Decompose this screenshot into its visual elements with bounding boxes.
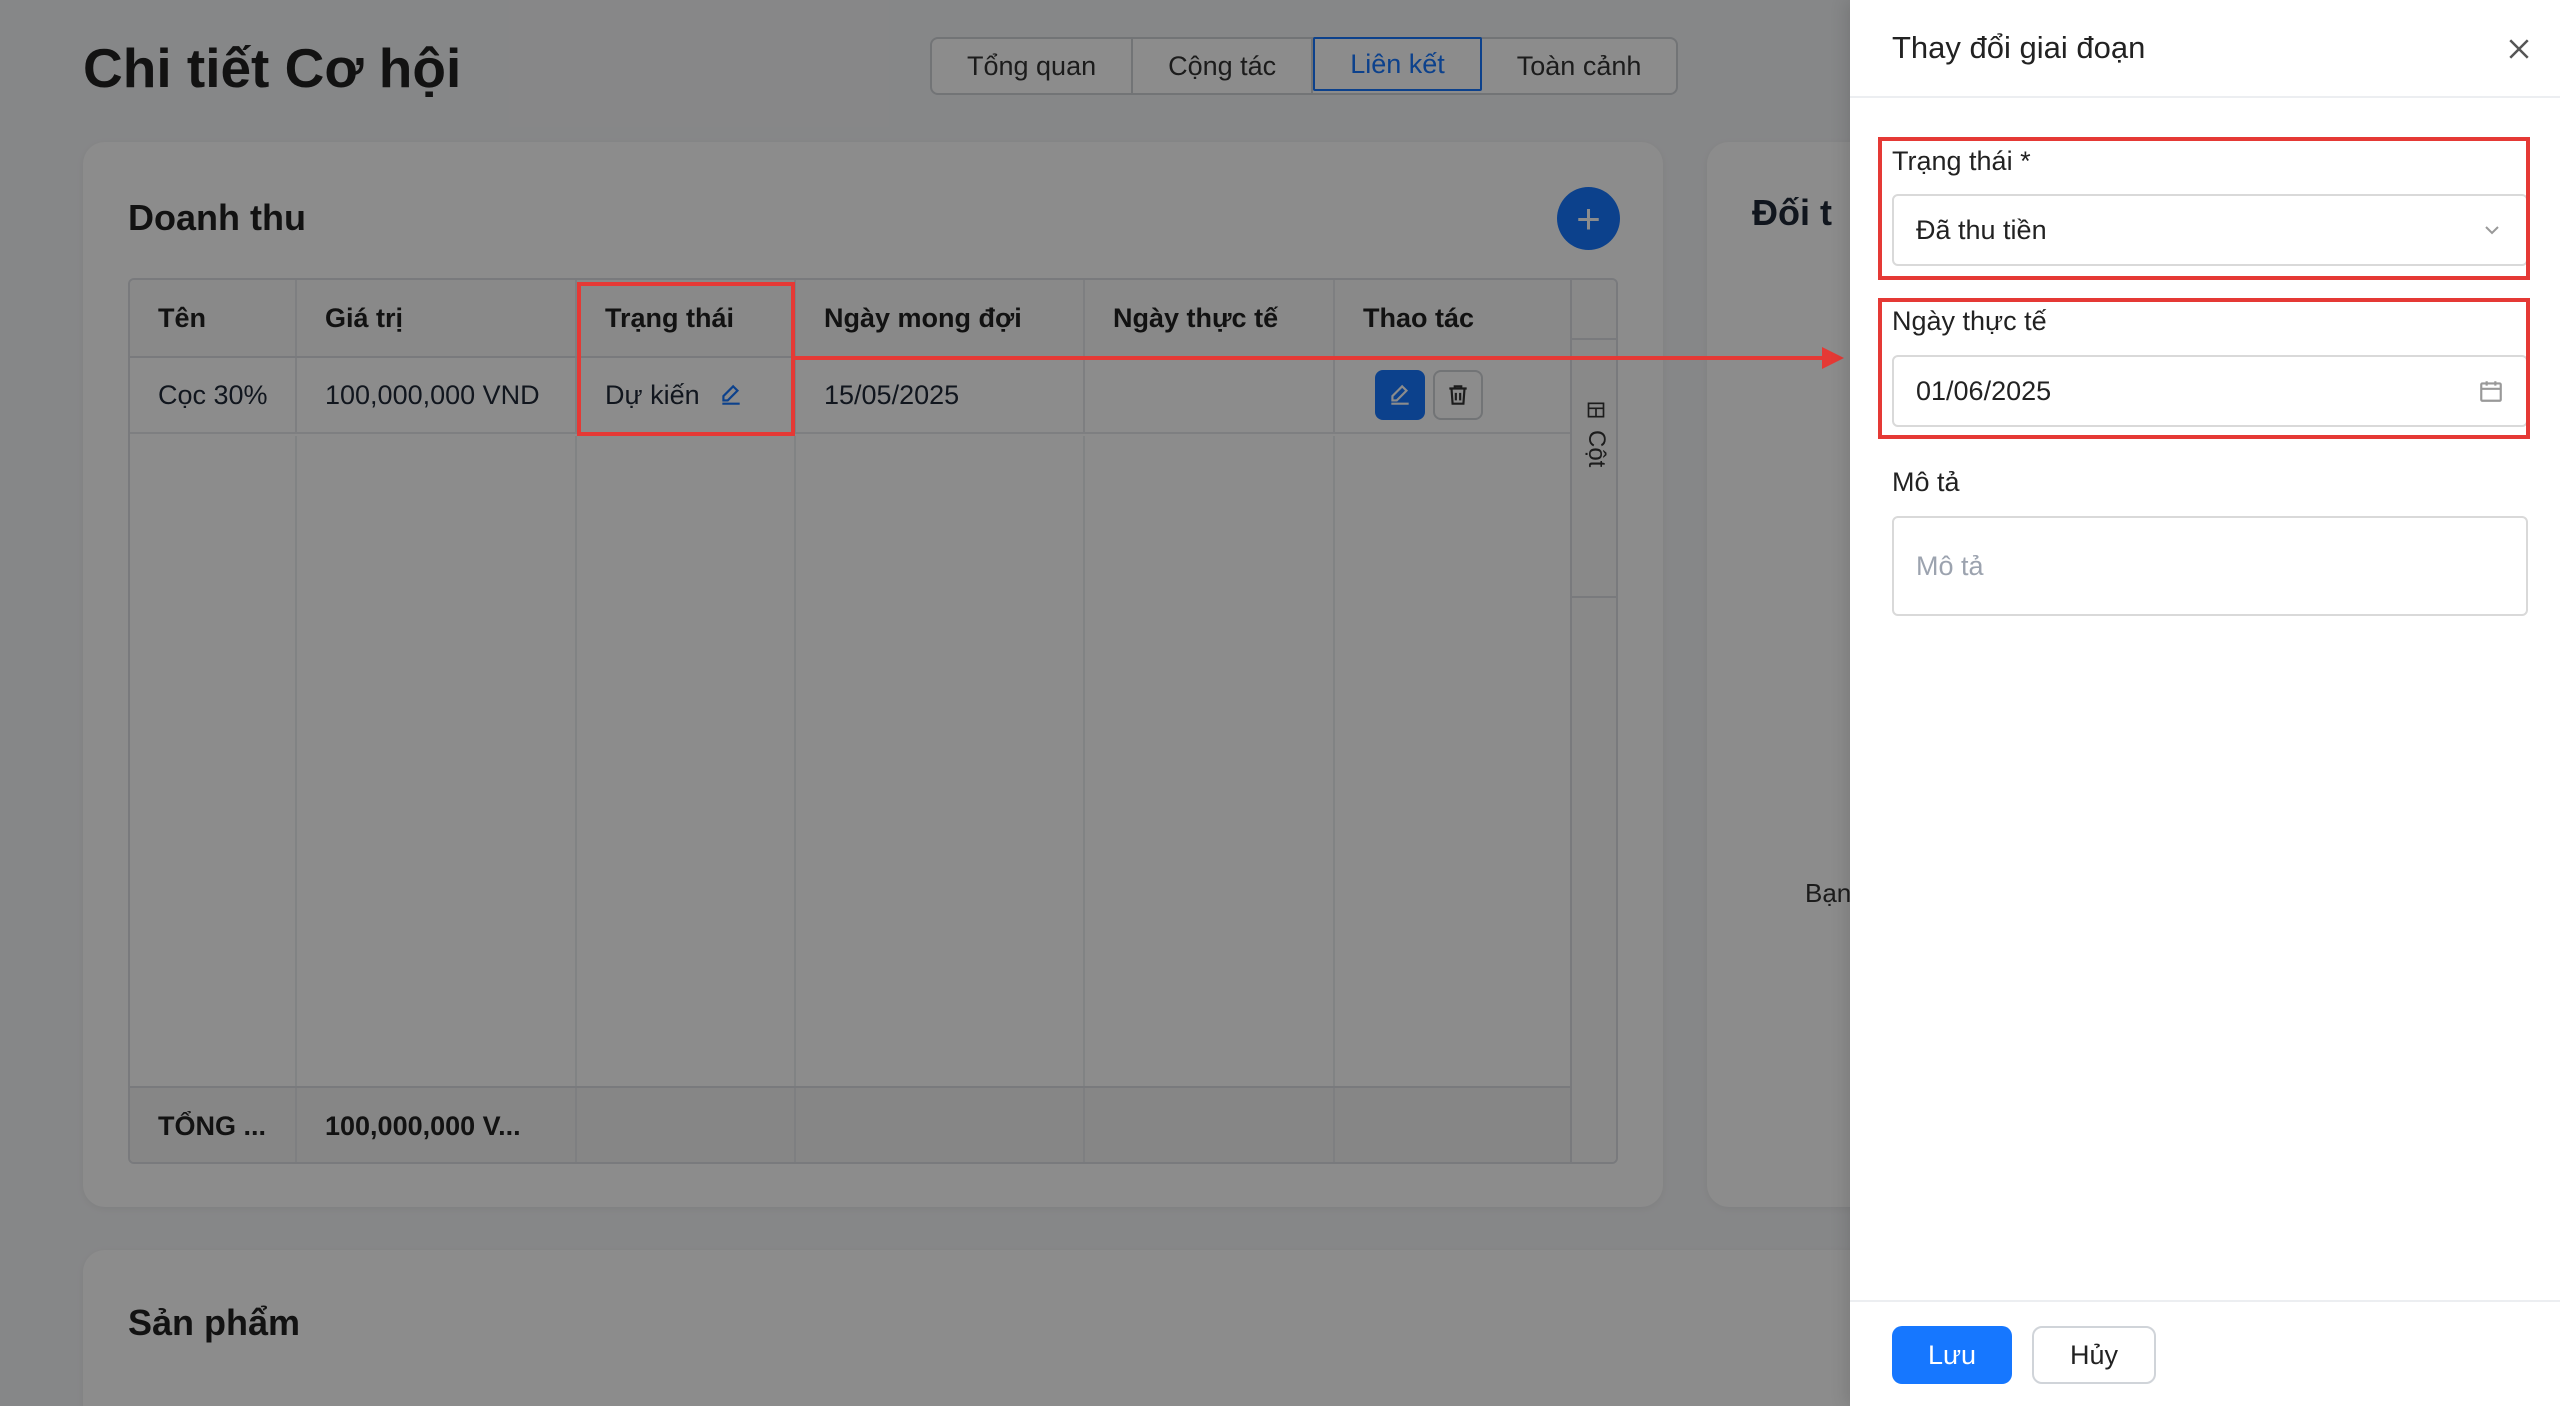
description-label: Mô tả [1892,467,1960,497]
cancel-button[interactable]: Hủy [2032,1326,2156,1384]
annotation-arrow [792,356,1832,360]
description-textarea[interactable]: Mô tả [1892,516,2528,616]
annotation-box-status-cell [577,282,795,436]
description-placeholder: Mô tả [1916,551,1984,581]
drawer-title: Thay đổi giai đoạn [1892,30,2146,65]
opportunity-detail-page: Chi tiết Cơ hội Tổng quan Cộng tác Liên … [0,0,2107,1406]
close-icon[interactable] [2504,34,2534,64]
drawer-header: Thay đổi giai đoạn [1850,0,2560,98]
change-stage-drawer: Thay đổi giai đoạn Trạng thái * Đã thu t… [1850,0,2560,1406]
annotation-arrow-head [1822,347,1844,369]
annotation-box-status [1878,137,2530,280]
modal-backdrop[interactable] [0,0,1850,1406]
save-button[interactable]: Lưu [1892,1326,2012,1384]
drawer-footer: Lưu Hủy [1850,1300,2560,1406]
annotation-box-actual-date [1878,298,2530,439]
